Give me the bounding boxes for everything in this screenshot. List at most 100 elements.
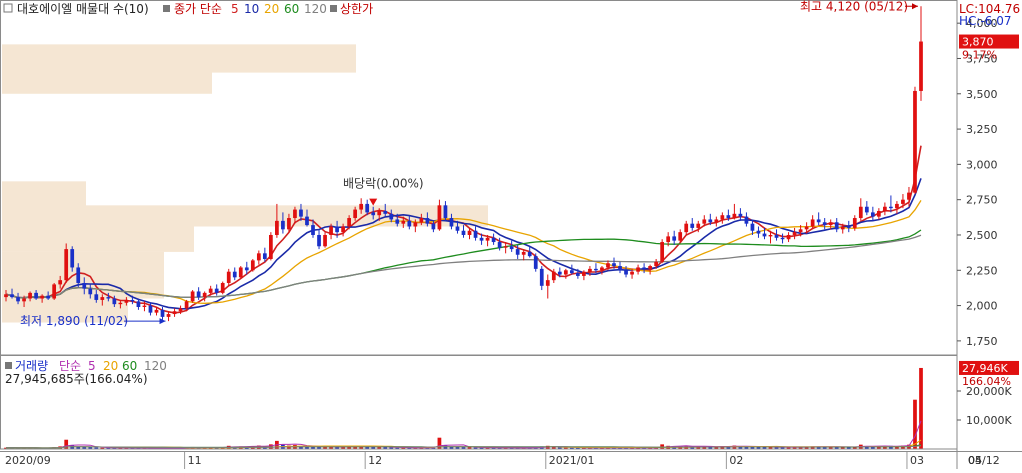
candle-body [341,226,345,233]
candle-body [720,215,725,220]
candle-body [497,242,502,248]
legend-marker [163,5,170,12]
candle-body [106,297,111,299]
candle-body [606,263,610,268]
legend-volume-ma-5: 5 [88,359,96,373]
candle-body [864,206,869,213]
candle-body [323,234,327,247]
legend-volume-ma-label: 단순 [59,359,81,373]
candle-body [798,229,803,233]
legend-ma-120: 120 [304,2,327,16]
hc-label: HC:-6.07 [959,14,1012,28]
candle-body [305,216,309,226]
candle-body [684,223,689,233]
candle-body [82,282,87,289]
x-axis-label: 03 [910,454,924,467]
candle-body [431,223,436,230]
candle-body [768,234,773,237]
chart-title: 대호에이엘 매물대 수(10) [17,2,149,16]
candle-body [353,209,358,219]
candle-body [76,267,81,283]
candle-body [810,219,815,227]
candle-body [220,282,225,293]
stock-chart: 4,000 3,750 3,500 3,250 3,000 2,750 2,500 2,250… [0,0,1022,469]
candle-body [883,206,887,211]
candle-body [762,233,767,237]
candle-body [666,236,671,243]
candle-body [594,268,598,271]
candle-body [726,215,731,219]
price-tick-label: 1,750 [966,335,998,348]
candle-body [287,218,291,230]
candle-body [365,203,370,213]
price-tick-label: 3,000 [966,158,998,171]
last-change-tag: 9.17% [962,49,997,62]
candle-body [588,268,592,272]
candle-body [786,234,791,240]
candle-body [485,237,490,241]
volume-profile-band [2,251,164,275]
candle-body [714,219,719,223]
candle-body [527,251,532,257]
candle-body [822,222,827,226]
candle-body [828,222,833,226]
candle-body [226,271,231,283]
candle-body [100,297,105,300]
candle-body [895,203,899,209]
candle-body [160,309,165,317]
candle-body [118,302,123,305]
candle-body [792,232,797,235]
candle-body [359,203,364,210]
legend-limit-label: 상한가 [340,2,373,16]
candle-body [618,266,622,271]
candle-body [317,234,321,247]
candle-body [250,260,255,271]
candle-body [901,199,905,204]
candle-body [732,213,737,219]
candle-body [473,230,478,238]
candle-body [461,230,466,235]
candle-body [371,212,376,216]
candle-body [395,219,400,224]
candle-body [28,292,32,299]
candle-body [569,270,574,274]
candle-body [202,292,207,298]
candle-body [582,271,586,276]
candle-body [642,267,646,269]
candle-body [52,284,57,299]
candle-body [678,232,683,241]
volume-bar [919,367,923,449]
candle-body [232,271,237,278]
candle-body [774,234,779,238]
candle-body [551,271,556,281]
candle-body [136,301,141,307]
legend-marker [5,362,12,369]
x-axis-label: 2020/09 [5,454,51,467]
candle-body [16,297,20,302]
candle-body [870,212,875,217]
candle-body [178,308,183,312]
candle-body [275,220,279,235]
candle-body [840,226,845,230]
candle-body [419,218,424,223]
high-annotation: 최고 4,120 (05/12) [800,0,908,13]
volume-profile-band [2,68,212,94]
legend-ma-5: 5 [231,2,239,16]
legend-ma-10: 10 [244,2,259,16]
candle-body [521,251,526,255]
candle-body [455,226,460,231]
legend-volume-ma-120: 120 [144,359,167,373]
last-volume-tag-text: 27,946K [962,362,1008,375]
candle-body [335,226,339,233]
candle-body [576,273,580,276]
legend-price-label: 종가 단순 [174,2,222,16]
candle-body [780,237,785,240]
price-tick-label: 2,250 [966,264,998,277]
candle-body [702,219,707,224]
legend-marker [330,5,337,12]
candle-body [852,218,857,228]
price-tick-label: 2,000 [966,300,998,313]
price-tick-label: 3,500 [966,88,998,101]
candle-body [154,309,159,313]
legend-volume-ma-20: 20 [103,359,118,373]
